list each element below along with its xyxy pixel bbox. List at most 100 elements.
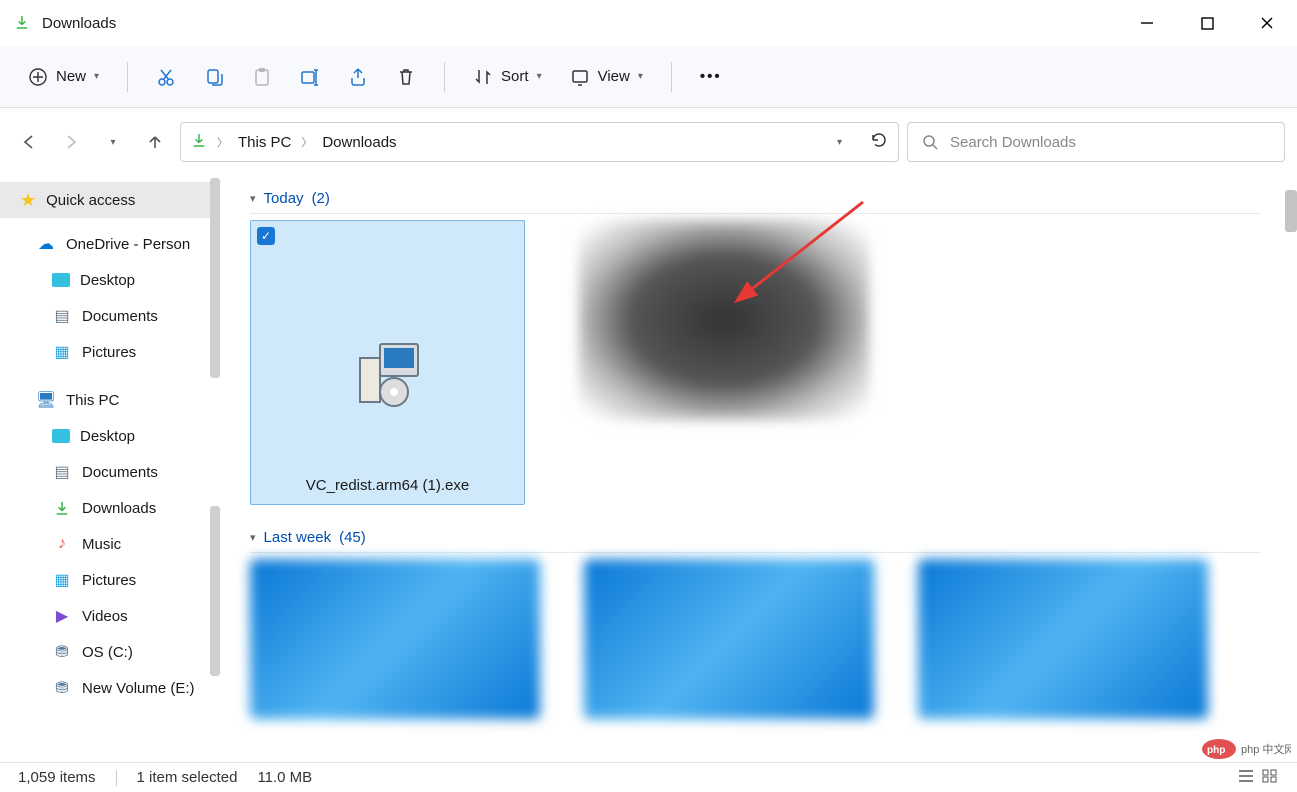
sort-icon xyxy=(473,67,493,87)
sidebar-label: Documents xyxy=(82,464,158,481)
desktop-icon xyxy=(52,429,70,443)
file-tile-selected[interactable]: ✓ VC_redist.arm64 (1).exe xyxy=(250,220,525,505)
installer-exe-icon xyxy=(350,340,426,413)
share-icon xyxy=(348,67,368,87)
minimize-button[interactable] xyxy=(1117,0,1177,46)
sidebar-os-drive[interactable]: ⛃ OS (C:) xyxy=(0,634,218,670)
sidebar-label: Downloads xyxy=(82,500,156,517)
status-bar: 1,059 items 1 item selected 11.0 MB xyxy=(0,762,1297,792)
group-label: Today xyxy=(264,190,304,207)
sidebar-videos[interactable]: ▶ Videos xyxy=(0,598,218,634)
new-label: New xyxy=(56,68,86,85)
sidebar-label: This PC xyxy=(66,392,119,409)
chevron-down-icon: ▾ xyxy=(94,71,99,82)
sidebar-newvolume[interactable]: ⛃ New Volume (E:) xyxy=(0,670,218,706)
view-button[interactable]: View ▾ xyxy=(560,57,653,97)
sidebar-downloads[interactable]: Downloads xyxy=(0,490,218,526)
status-item-count: 1,059 items xyxy=(18,769,96,786)
sidebar-pictures[interactable]: ▦ Pictures xyxy=(0,334,218,370)
chevron-down-icon: ▾ xyxy=(638,71,643,82)
sidebar-label: New Volume (E:) xyxy=(82,680,195,697)
scissors-icon xyxy=(156,67,176,87)
sidebar-quick-access[interactable]: ★ Quick access xyxy=(0,182,218,218)
window-controls xyxy=(1117,0,1297,46)
rename-button[interactable] xyxy=(290,57,330,97)
main-area: ★ Quick access ☁ OneDrive - Person Deskt… xyxy=(0,176,1297,762)
sidebar-music[interactable]: ♪ Music xyxy=(0,526,218,562)
status-separator xyxy=(116,770,117,786)
drive-icon: ⛃ xyxy=(52,679,72,697)
copy-button[interactable] xyxy=(194,57,234,97)
sidebar-label: OS (C:) xyxy=(82,644,133,661)
chevron-down-icon: ▾ xyxy=(537,71,542,82)
forward-button[interactable] xyxy=(54,125,88,159)
toolbar-separator xyxy=(671,62,672,92)
group-count: (45) xyxy=(339,529,366,546)
sidebar-label: Music xyxy=(82,536,121,553)
red-arrow-annotation xyxy=(523,196,873,306)
new-button[interactable]: New ▾ xyxy=(18,57,109,97)
sidebar-label: Documents xyxy=(82,308,158,325)
search-icon xyxy=(922,134,938,150)
music-icon: ♪ xyxy=(52,535,72,553)
ellipsis-icon: ••• xyxy=(700,68,722,85)
status-selection: 1 item selected xyxy=(137,769,238,786)
sidebar-thispc[interactable]: 🖥 This PC xyxy=(0,382,218,418)
paste-button[interactable] xyxy=(242,57,282,97)
address-dropdown[interactable]: ▾ xyxy=(837,137,842,148)
sidebar-documents2[interactable]: ▤ Documents xyxy=(0,454,218,490)
breadcrumb-thispc[interactable]: This PC xyxy=(238,134,291,151)
downloads-arrow-icon xyxy=(191,132,207,152)
content-scrollbar[interactable] xyxy=(1285,190,1297,232)
thumbnails-view-toggle[interactable] xyxy=(1261,768,1279,788)
nav-row: ▾ 〉 This PC 〉 Downloads ▾ Search Downloa… xyxy=(0,108,1297,176)
pictures-icon: ▦ xyxy=(52,571,72,589)
delete-button[interactable] xyxy=(386,57,426,97)
sidebar-documents[interactable]: ▤ Documents xyxy=(0,298,218,334)
sidebar-desktop2[interactable]: Desktop xyxy=(0,418,218,454)
file-tile-blurred[interactable] xyxy=(918,559,1208,719)
rename-icon xyxy=(300,67,320,87)
file-tile-blurred[interactable] xyxy=(584,559,874,719)
cut-button[interactable] xyxy=(146,57,186,97)
recent-dropdown[interactable]: ▾ xyxy=(96,125,130,159)
sidebar-onedrive[interactable]: ☁ OneDrive - Person xyxy=(0,226,218,262)
videos-icon: ▶ xyxy=(52,607,72,625)
file-tile-blurred[interactable] xyxy=(250,559,540,719)
title-bar: Downloads xyxy=(0,0,1297,46)
view-icon xyxy=(570,67,590,87)
sort-button[interactable]: Sort ▾ xyxy=(463,57,552,97)
share-button[interactable] xyxy=(338,57,378,97)
sidebar-label: Videos xyxy=(82,608,128,625)
toolbar: New ▾ Sort ▾ View ▾ ••• xyxy=(0,46,1297,108)
address-bar[interactable]: 〉 This PC 〉 Downloads ▾ xyxy=(180,122,899,162)
file-name: VC_redist.arm64 (1).exe xyxy=(306,477,469,494)
checkbox-checked-icon[interactable]: ✓ xyxy=(257,227,275,245)
sidebar-pictures2[interactable]: ▦ Pictures xyxy=(0,562,218,598)
plus-circle-icon xyxy=(28,67,48,87)
breadcrumb-downloads[interactable]: Downloads xyxy=(322,134,396,151)
star-icon: ★ xyxy=(20,190,36,211)
sidebar-label: Pictures xyxy=(82,572,136,589)
sidebar-label: Quick access xyxy=(46,192,135,209)
up-button[interactable] xyxy=(138,125,172,159)
maximize-button[interactable] xyxy=(1177,0,1237,46)
back-button[interactable] xyxy=(12,125,46,159)
desktop-icon xyxy=(52,273,70,287)
svg-text:php: php xyxy=(1207,745,1225,756)
cloud-icon: ☁ xyxy=(36,235,56,253)
clipboard-icon xyxy=(252,67,272,87)
details-view-toggle[interactable] xyxy=(1237,768,1255,788)
group-lastweek[interactable]: ▾ Last week (45) xyxy=(250,523,1261,553)
refresh-button[interactable] xyxy=(870,131,888,153)
search-box[interactable]: Search Downloads xyxy=(907,122,1285,162)
toolbar-separator xyxy=(127,62,128,92)
close-button[interactable] xyxy=(1237,0,1297,46)
sidebar-label: Desktop xyxy=(80,428,135,445)
sidebar-desktop[interactable]: Desktop xyxy=(0,262,218,298)
window-title: Downloads xyxy=(42,15,116,32)
sidebar-label: OneDrive - Person xyxy=(66,236,190,253)
more-button[interactable]: ••• xyxy=(690,57,732,97)
group-label: Last week xyxy=(264,529,332,546)
view-label: View xyxy=(598,68,630,85)
